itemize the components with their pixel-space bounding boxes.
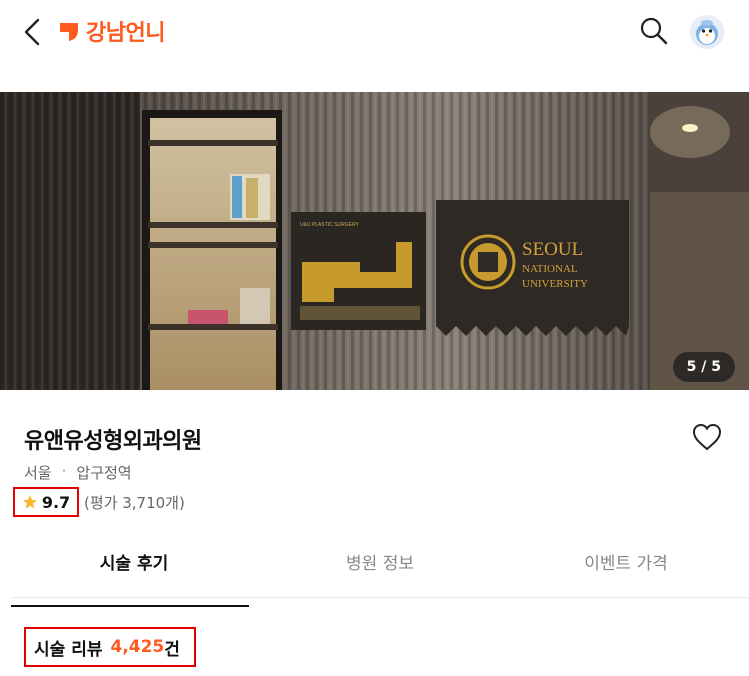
floor-sign-title: U&U PLASTIC SURGERY [300,222,359,228]
clinic-region: 서울 [24,464,52,482]
app-logo[interactable]: 강남언니 [58,14,165,48]
logo-mark-icon [60,23,78,41]
sign-line-1: SEOUL [522,239,583,260]
rating-count: (평가 3,710개) [84,494,185,512]
review-count-box: 시술 리뷰 4,425 건 [24,627,196,667]
app-name: 강남언니 [86,21,165,46]
top-bar: 강남언니 [0,0,749,64]
favorite-button[interactable] [690,421,724,453]
review-count: 4,425 [110,637,165,657]
tab-event-prices[interactable]: 이벤트 가격 [503,540,749,597]
sign-line-3: UNIVERSITY [522,278,588,290]
review-unit: 건 [164,639,180,660]
sign-line-2: NATIONAL [522,263,578,275]
review-label: 시술 리뷰 [34,639,103,660]
clinic-station: 압구정역 [76,464,132,482]
photo-counter-badge: 5 / 5 [672,352,735,382]
separator-dot: · [61,462,67,480]
clinic-location: 서울 · 압구정역 [24,462,132,483]
back-button[interactable] [18,14,48,50]
tab-treatment-reviews[interactable]: 시술 후기 [11,540,257,607]
search-icon [640,17,668,45]
rating-value: 9.7 [41,492,71,512]
clinic-interior-photo: U&U PLASTIC SURGERY SEOUL NATIONAL UNIVE… [0,92,749,390]
user-avatar[interactable] [690,15,724,49]
clinic-tabs: 시술 후기 병원 정보 이벤트 가격 [11,540,749,607]
clinic-name: 유앤유성형외과의원 [24,429,202,454]
rating-score-box: 9.7 [13,487,79,517]
tab-clinic-info[interactable]: 병원 정보 [257,540,503,597]
star-icon [22,495,37,509]
search-button[interactable] [637,14,671,48]
chevron-left-icon [24,18,40,46]
heart-icon [692,423,722,451]
penguin-avatar-icon [690,15,724,49]
clinic-photo-carousel[interactable]: U&U PLASTIC SURGERY SEOUL NATIONAL UNIVE… [0,92,749,390]
